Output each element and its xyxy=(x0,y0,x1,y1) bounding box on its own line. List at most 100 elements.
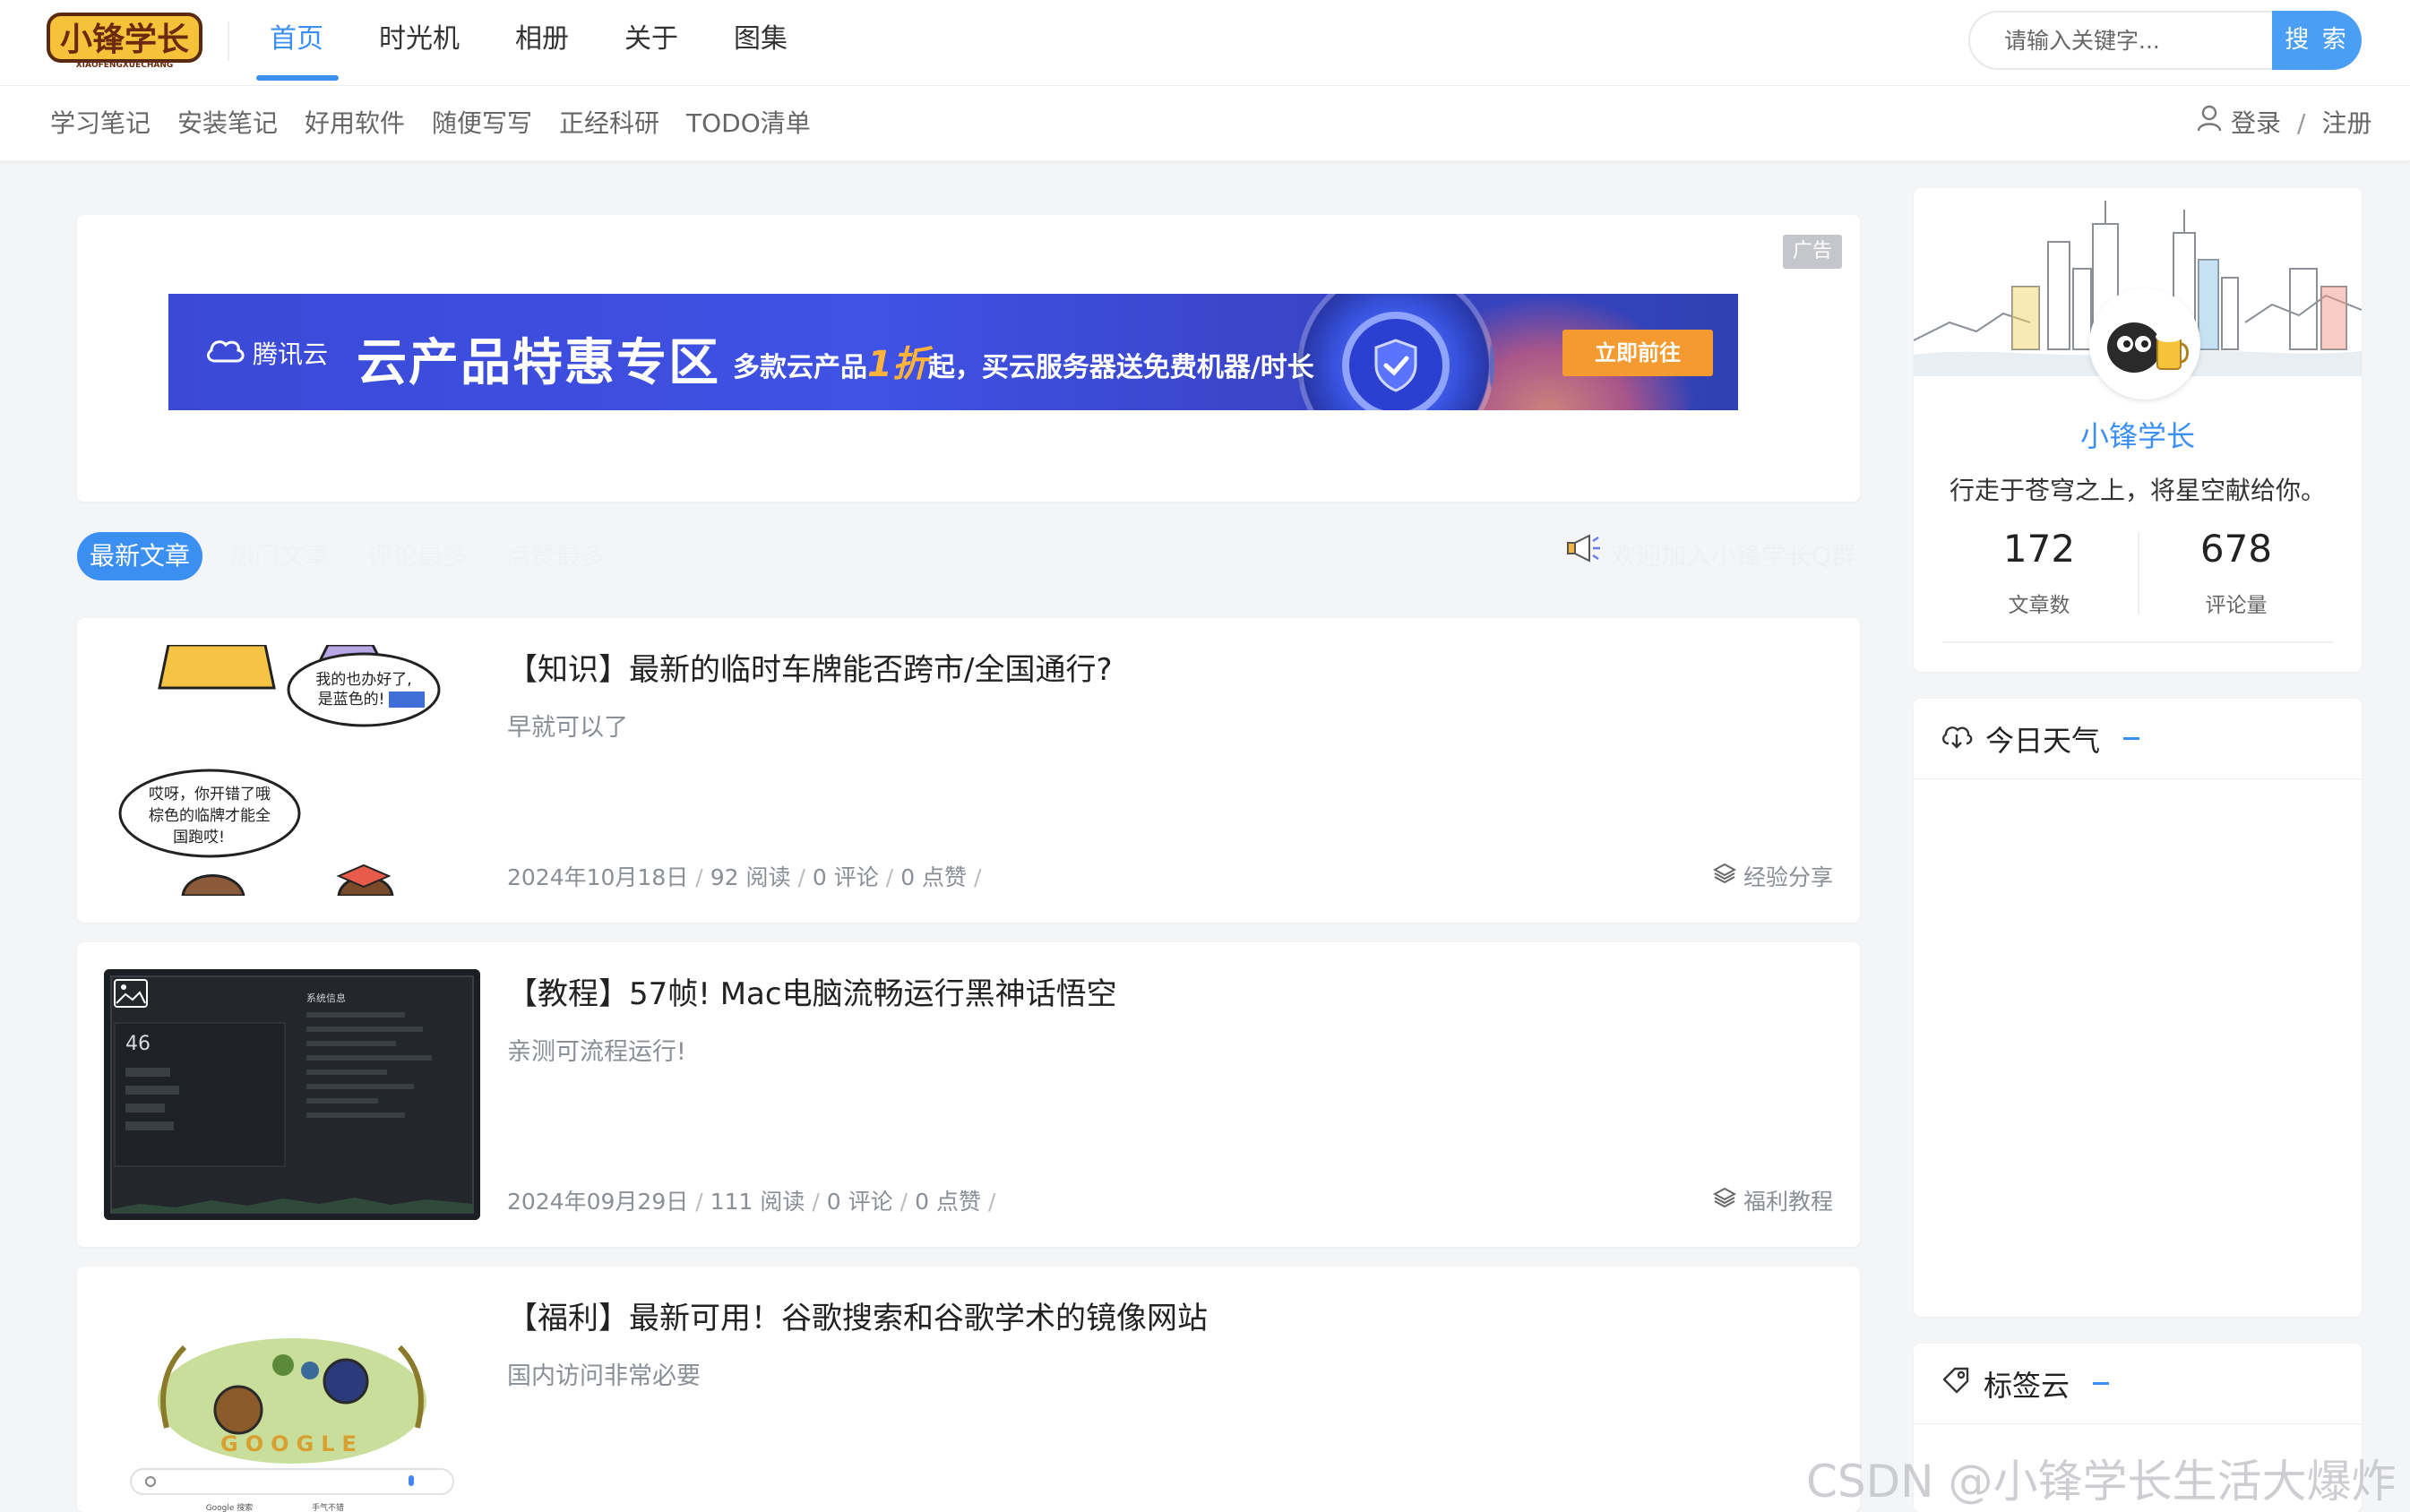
article-comments: 0 评论 xyxy=(812,864,879,890)
tag-cloud-header: 标签云 xyxy=(1914,1344,2362,1424)
meta-separator: / xyxy=(987,1189,996,1215)
meta-separator: / xyxy=(885,864,894,890)
svg-text:小锋学长: 小锋学长 xyxy=(60,21,189,58)
category-install-notes[interactable]: 安装笔记 xyxy=(177,86,278,161)
login-separator: / xyxy=(2297,108,2306,138)
svg-text:是蓝色的!: 是蓝色的! xyxy=(318,691,385,709)
profile-divider xyxy=(1942,641,2333,643)
svg-text:国跑哎!: 国跑哎! xyxy=(173,829,225,846)
site-logo[interactable]: 小锋学长 XIAOFENGXUECHANG xyxy=(47,11,202,70)
meta-separator: / xyxy=(899,1189,908,1215)
search-button[interactable]: 搜 索 xyxy=(2272,11,2362,70)
nav-item-album[interactable]: 相册 xyxy=(515,0,569,86)
search-input[interactable] xyxy=(2002,13,2262,68)
category-todo-list[interactable]: TODO清单 xyxy=(686,86,811,161)
weather-widget-title: 今日天气 xyxy=(1985,723,2101,758)
tab-most-likes[interactable]: 点赞最多 xyxy=(505,532,606,580)
article-likes: 0 点赞 xyxy=(915,1189,981,1215)
ad-brand: 腾讯云 xyxy=(204,335,328,371)
category-study-notes[interactable]: 学习笔记 xyxy=(50,86,151,161)
article-title[interactable]: 【福利】最新可用！谷歌搜索和谷歌学术的镜像网站 xyxy=(507,1293,1208,1337)
article-card[interactable]: 46 系统信息 【教程】57帧! Mac电脑流畅运行黑神话悟空 亲测可流程运行!… xyxy=(77,942,1860,1247)
ad-subtitle-pre: 多款云产品 xyxy=(733,352,867,383)
stat-comments-label: 评论量 xyxy=(2205,594,2268,617)
notice-bar: 欢迎加入小锋学长Q群 xyxy=(1566,532,1856,580)
article-meta: 2024年10月18日/92 阅读/0 评论/0 点赞 / xyxy=(507,860,988,892)
article-reads: 92 阅读 xyxy=(710,864,791,890)
nav-divider xyxy=(228,21,229,61)
tab-popular[interactable]: 热门文章 xyxy=(229,532,330,580)
article-title[interactable]: 【教程】57帧! Mac电脑流畅运行黑神话悟空 xyxy=(507,969,1117,1013)
meta-separator: / xyxy=(695,864,703,890)
csdn-watermark: CSDN @小锋学长生活大爆炸 xyxy=(1806,1456,2397,1508)
layers-icon xyxy=(1712,862,1737,890)
svg-text:系统信息: 系统信息 xyxy=(306,992,346,1004)
nav-item-timemachine[interactable]: 时光机 xyxy=(379,0,460,86)
category-useful-software[interactable]: 好用软件 xyxy=(305,86,405,161)
article-comments: 0 评论 xyxy=(826,1189,893,1215)
login-link[interactable]: 登录 xyxy=(2231,86,2281,161)
svg-text:XIAOFENGXUECHANG: XIAOFENGXUECHANG xyxy=(76,61,174,70)
ad-banner[interactable]: 腾讯云 云产品特惠专区 多款云产品1折起，买云服务器送免费机器/时长 立即前往 xyxy=(168,294,1738,410)
svg-text:我的也办好了,: 我的也办好了, xyxy=(315,671,411,689)
tab-most-comments[interactable]: 评论最多 xyxy=(367,532,468,580)
shield-icon xyxy=(1342,312,1450,410)
article-thumbnail[interactable]: GOOGLE Google 搜索 手气不错 xyxy=(104,1293,480,1512)
stat-articles-count: 172 xyxy=(2002,527,2076,571)
svg-text:手气不错: 手气不错 xyxy=(312,1502,344,1512)
article-summary: 亲测可流程运行! xyxy=(507,1038,686,1066)
article-card[interactable]: 我的也办好了, 是蓝色的! 哎呀，你开错了哦 棕色的临牌才能全 国跑哎! 【知识… xyxy=(77,618,1860,923)
article-thumbnail[interactable]: 我的也办好了, 是蓝色的! 哎呀，你开错了哦 棕色的临牌才能全 国跑哎! xyxy=(104,645,480,896)
avatar[interactable] xyxy=(2089,288,2200,399)
category-research[interactable]: 正经科研 xyxy=(559,86,659,161)
article-thumbnail[interactable]: 46 系统信息 xyxy=(104,969,480,1220)
ad-subtitle-post: 起，买云服务器送免费机器/时长 xyxy=(927,352,1314,383)
megaphone-icon xyxy=(1566,532,1602,580)
ad-subtitle-highlight: 1折 xyxy=(867,344,928,385)
profile-name[interactable]: 小锋学长 xyxy=(1914,414,2362,455)
svg-text:Google 搜索: Google 搜索 xyxy=(206,1502,254,1512)
notice-text[interactable]: 欢迎加入小锋学长Q群 xyxy=(1611,532,1856,580)
title-accent-dash xyxy=(2123,737,2140,740)
nav-item-home[interactable]: 首页 xyxy=(270,0,323,86)
article-date: 2024年10月18日 xyxy=(507,864,689,890)
profile-card: 小锋学长 行走于苍穹之上，将星空献给你。 172 文章数 678 评论量 xyxy=(1914,188,2362,672)
article-card[interactable]: GOOGLE Google 搜索 手气不错 【福利】最新可用！谷歌搜索和谷歌学术… xyxy=(77,1267,1860,1512)
ad-cta-button[interactable]: 立即前往 xyxy=(1562,330,1713,376)
ad-tag: 广告 xyxy=(1783,235,1842,269)
article-category[interactable]: 经验分享 xyxy=(1712,860,1833,892)
register-link[interactable]: 注册 xyxy=(2321,86,2371,161)
nav-active-indicator xyxy=(256,75,339,81)
meta-separator: / xyxy=(812,1189,820,1215)
tag-icon xyxy=(1941,1365,1971,1403)
article-summary: 国内访问非常必要 xyxy=(507,1362,701,1390)
ad-subtitle: 多款云产品1折起，买云服务器送免费机器/时长 xyxy=(733,335,1314,387)
svg-text:46: 46 xyxy=(125,1033,151,1055)
meta-separator: / xyxy=(695,1189,703,1215)
weather-widget: 今日天气 xyxy=(1914,699,2362,1317)
profile-motto: 行走于苍穹之上，将星空献给你。 xyxy=(1949,476,2326,505)
login-register: 登录 / 注册 xyxy=(2197,86,2371,161)
article-category[interactable]: 福利教程 xyxy=(1712,1184,1833,1216)
title-accent-dash xyxy=(2093,1382,2110,1385)
svg-text:GOOGLE: GOOGLE xyxy=(220,1431,364,1456)
article-title[interactable]: 【知识】最新的临时车牌能否跨市/全国通行? xyxy=(507,645,1113,689)
ad-brand-name: 腾讯云 xyxy=(253,339,329,369)
article-meta: 2024年09月29日/111 阅读/0 评论/0 点赞 / xyxy=(507,1184,1003,1216)
article-category-label[interactable]: 福利教程 xyxy=(1743,1184,1833,1216)
svg-text:棕色的临牌才能全: 棕色的临牌才能全 xyxy=(149,807,271,825)
nav-item-gallery[interactable]: 图集 xyxy=(734,0,788,86)
article-category-label[interactable]: 经验分享 xyxy=(1743,860,1833,892)
layers-icon xyxy=(1712,1186,1737,1215)
user-icon xyxy=(2197,86,2222,161)
search-box xyxy=(1968,11,2273,70)
ad-title: 云产品特惠专区 xyxy=(357,334,720,392)
meta-separator: / xyxy=(974,864,982,890)
tag-cloud-title: 标签云 xyxy=(1984,1368,2070,1403)
nav-item-about[interactable]: 关于 xyxy=(624,0,678,86)
tab-latest[interactable]: 最新文章 xyxy=(77,532,202,580)
cloud-icon xyxy=(1941,722,1973,756)
cloud-icon xyxy=(204,336,245,371)
article-summary: 早就可以了 xyxy=(507,714,628,742)
category-casual-writing[interactable]: 随便写写 xyxy=(432,86,532,161)
